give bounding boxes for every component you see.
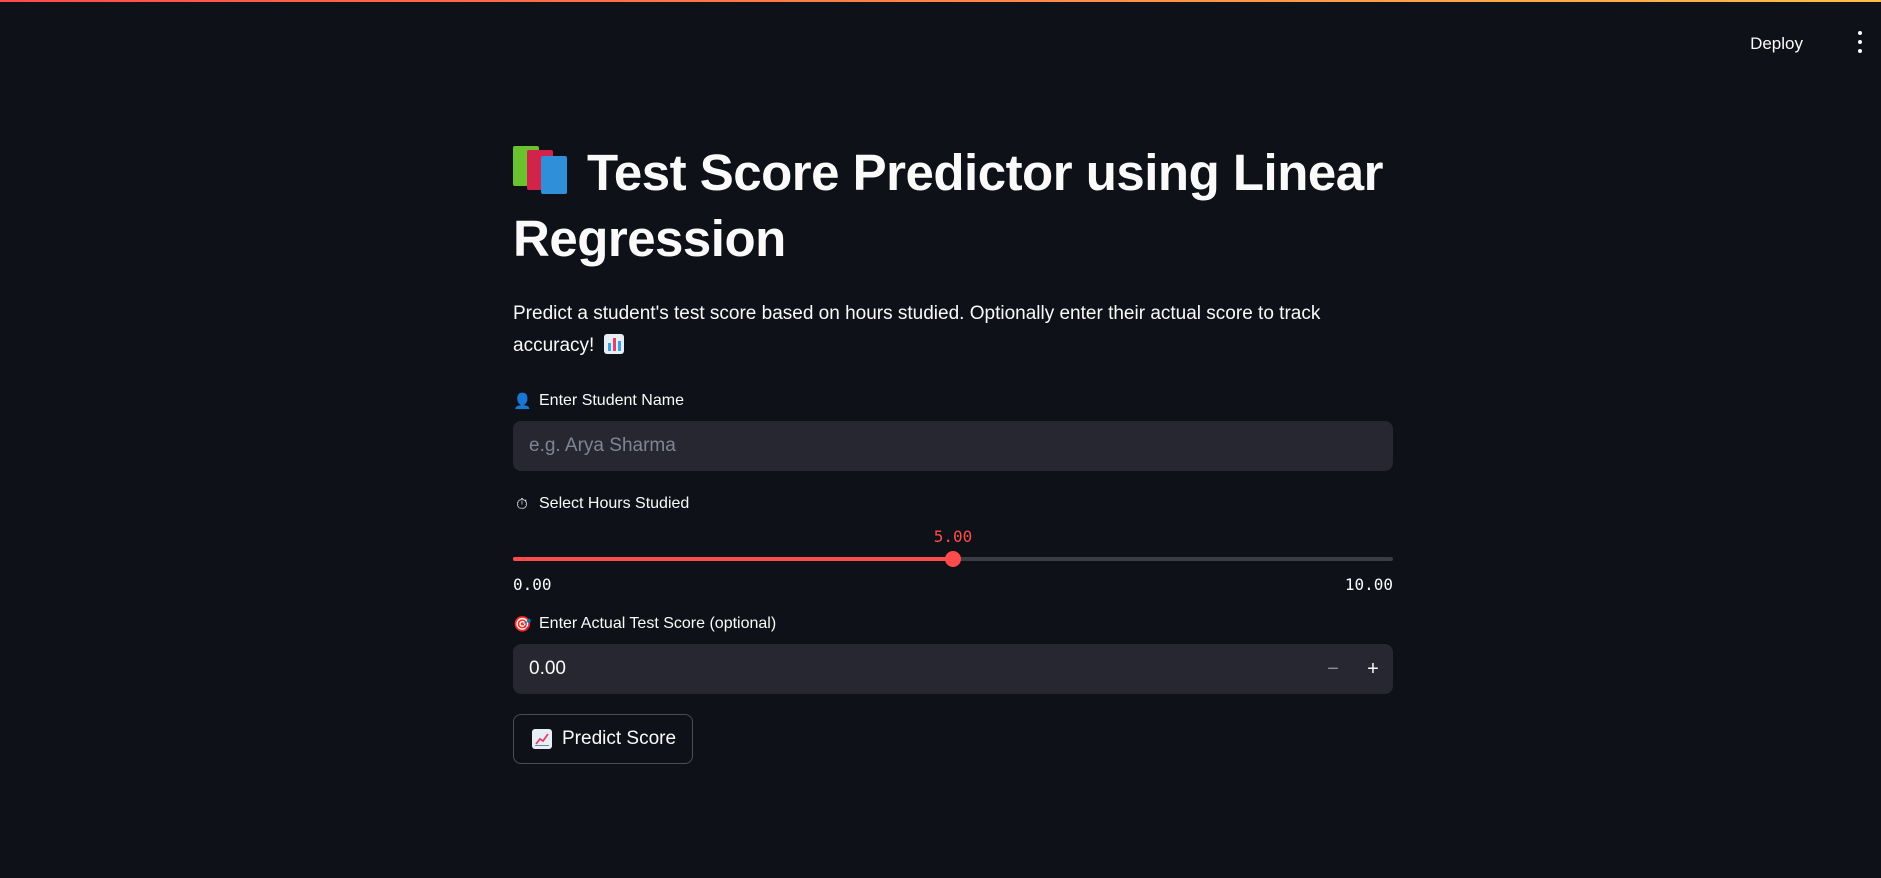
student-name-input[interactable] [513,421,1393,471]
hours-slider: 5.00 0.00 10.00 [513,519,1393,594]
actual-score-label-text: Enter Actual Test Score (optional) [539,615,777,632]
hours-studied-label: ⏱ Select Hours Studied [513,493,1393,515]
page-title-text: Test Score Predictor using Linear Regres… [513,144,1383,267]
kebab-menu-icon[interactable] [1853,31,1867,53]
slider-min-label: 0.00 [513,575,552,594]
slider-max-label: 10.00 [1344,575,1393,594]
hours-studied-label-text: Select Hours Studied [539,495,690,512]
app-header: Deploy [0,0,1881,86]
actual-score-input[interactable] [513,644,1313,694]
predict-score-button[interactable]: Predict Score [513,714,694,764]
page-title: Test Score Predictor using Linear Regres… [513,140,1393,272]
person-icon: 👤 [513,393,532,410]
slider-current-value: 5.00 [933,527,973,546]
target-icon: 🎯 [513,616,532,633]
actual-score-field: − + [513,644,1393,694]
predict-score-label: Predict Score [562,728,677,749]
student-name-label: 👤 Enter Student Name [513,390,1393,412]
chart-increasing-icon [532,729,552,749]
books-icon [513,144,571,194]
decrement-button[interactable]: − [1313,644,1353,694]
bar-chart-icon [603,334,624,354]
slider-track[interactable] [513,551,1393,567]
description-text: Predict a student's test score based on … [513,303,1321,356]
deploy-button[interactable]: Deploy [1742,28,1811,60]
main-content: Test Score Predictor using Linear Regres… [513,140,1393,764]
slider-thumb[interactable] [945,551,961,567]
student-name-label-text: Enter Student Name [539,392,684,409]
stopwatch-icon: ⏱ [516,495,528,513]
actual-score-label: 🎯 Enter Actual Test Score (optional) [513,613,1393,635]
slider-fill [513,557,953,561]
increment-button[interactable]: + [1353,644,1393,694]
page-description: Predict a student's test score based on … [513,298,1393,362]
